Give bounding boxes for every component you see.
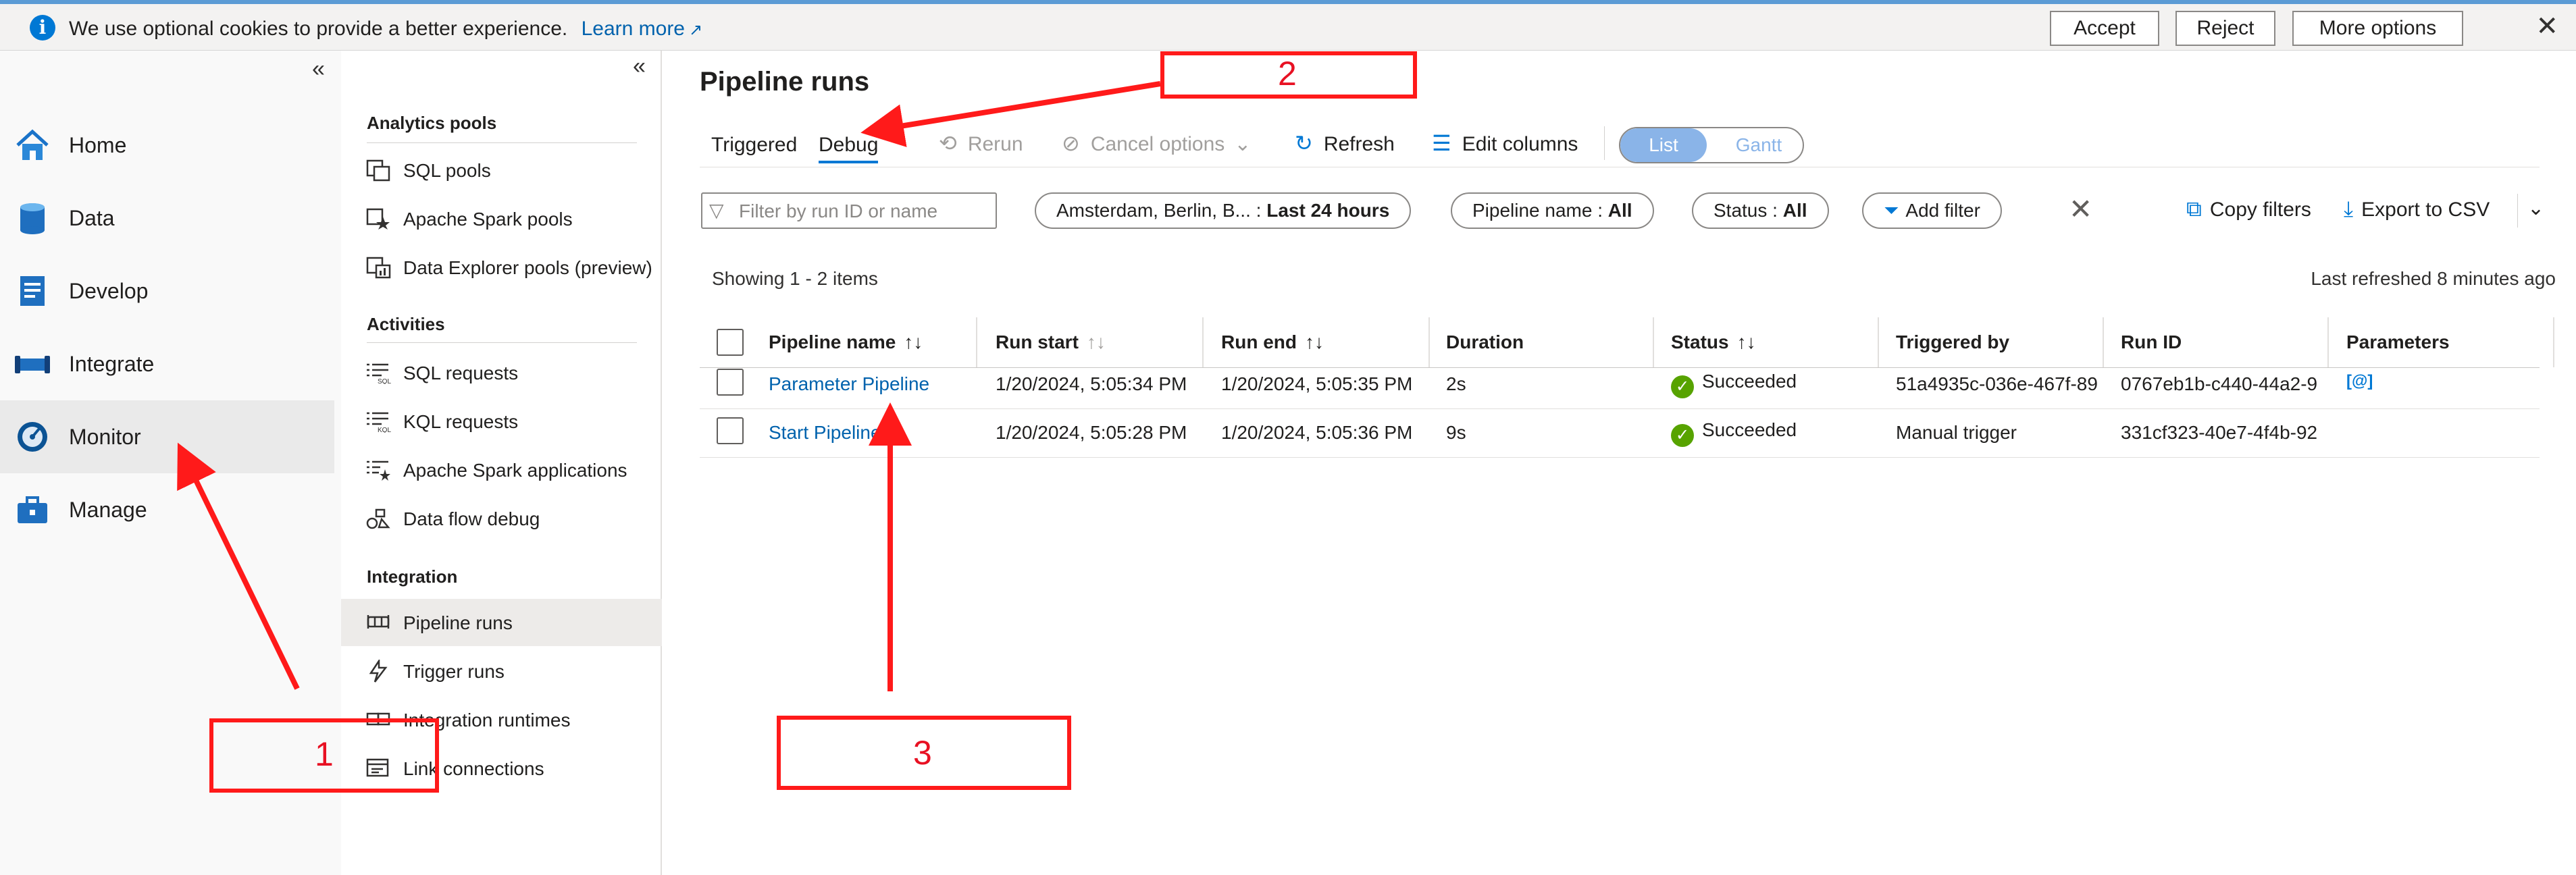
annotation-label-3: 3	[913, 734, 932, 772]
arrow-to-monitor	[177, 442, 300, 690]
arrow-to-debug-tab	[860, 81, 1161, 147]
annotation-label-2: 2	[1278, 55, 1297, 92]
annotation-label-1: 1	[315, 735, 334, 773]
